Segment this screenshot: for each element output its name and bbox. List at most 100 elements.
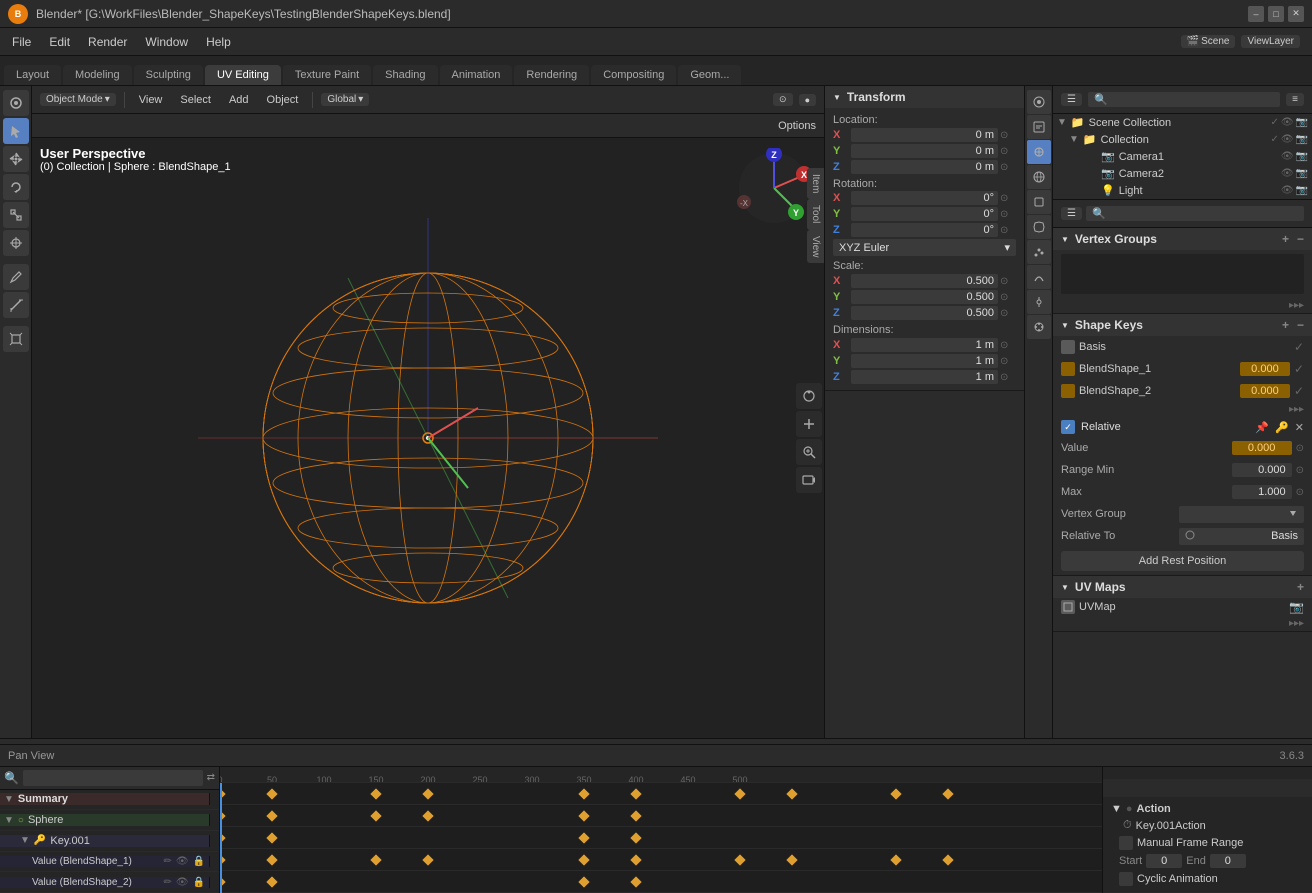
- scene-collection-eye-btn[interactable]: 👁: [1281, 117, 1294, 128]
- options-label[interactable]: Options: [778, 120, 816, 132]
- prop-particles-btn[interactable]: [1027, 240, 1051, 264]
- action-start-input[interactable]: [1146, 854, 1182, 868]
- rotation-x-input[interactable]: [851, 191, 998, 205]
- maximize-button[interactable]: □: [1268, 6, 1284, 22]
- rotation-y-input[interactable]: [851, 207, 998, 221]
- kf-summary-550[interactable]: [786, 788, 797, 799]
- dim-y-copy[interactable]: ⊙: [1000, 356, 1016, 367]
- sk-blend1-eye[interactable]: ✓: [1294, 362, 1304, 376]
- camera1-eye-btn[interactable]: 👁: [1281, 151, 1294, 162]
- cursor-tool-btn[interactable]: [3, 118, 29, 144]
- close-button[interactable]: ✕: [1288, 6, 1304, 22]
- camera2-cam-btn[interactable]: 📷: [1296, 168, 1308, 179]
- prop-physics-btn[interactable]: [1027, 265, 1051, 289]
- scale-tool-btn[interactable]: [3, 202, 29, 228]
- viewport-shading-btn[interactable]: ●: [799, 94, 816, 106]
- viewport-add-menu[interactable]: Add: [223, 92, 255, 108]
- viewport-select-menu[interactable]: Select: [174, 92, 217, 108]
- move-tool-btn[interactable]: [3, 146, 29, 172]
- props-filter-btn[interactable]: ☰: [1061, 207, 1082, 220]
- timeline-filter-btn[interactable]: ⇄: [207, 772, 215, 783]
- navigation-gizmo[interactable]: X Y Z -X: [734, 148, 814, 228]
- dim-z-input[interactable]: [851, 370, 998, 384]
- camera2-eye-btn[interactable]: 👁: [1281, 168, 1294, 179]
- loc-x-copy[interactable]: ⊙: [1000, 130, 1016, 141]
- kf-sphere-150[interactable]: [370, 810, 381, 821]
- add-cube-btn[interactable]: [3, 326, 29, 352]
- transform-tool-btn[interactable]: [3, 230, 29, 256]
- relative-driver-btn[interactable]: 🔑: [1275, 421, 1289, 434]
- ws-texture-paint[interactable]: Texture Paint: [283, 65, 371, 85]
- vertex-group-dropdown[interactable]: [1179, 506, 1305, 523]
- viewport-object-menu[interactable]: Object: [261, 92, 305, 108]
- prop-world-btn[interactable]: [1027, 165, 1051, 189]
- kf-summary-500[interactable]: [734, 788, 745, 799]
- measure-tool-btn[interactable]: [3, 292, 29, 318]
- dim-y-input[interactable]: [851, 354, 998, 368]
- sidebar-tab-item[interactable]: Item: [807, 168, 824, 199]
- uv-more-btn[interactable]: ▸▸▸: [1289, 618, 1304, 629]
- outliner-search[interactable]: 🔍: [1088, 92, 1280, 107]
- manual-range-checkbox[interactable]: [1119, 836, 1133, 850]
- kf-summary-650[interactable]: [890, 788, 901, 799]
- vg-more-btn[interactable]: ▸▸▸: [1289, 300, 1304, 311]
- scale-y-input[interactable]: [851, 290, 998, 304]
- kf-blend1-150[interactable]: [370, 854, 381, 865]
- sk-blend2-value[interactable]: 0.000: [1240, 384, 1290, 398]
- vertex-groups-header[interactable]: ▼ Vertex Groups + −: [1053, 228, 1312, 250]
- blend2-lock-btn[interactable]: 🔒: [193, 877, 205, 888]
- prop-output-btn[interactable]: [1027, 115, 1051, 139]
- prop-object-btn[interactable]: [1027, 190, 1051, 214]
- prop-render-btn[interactable]: [1027, 90, 1051, 114]
- relative-checkbox[interactable]: ✓: [1061, 420, 1075, 434]
- prop-scene-btn[interactable]: [1027, 140, 1051, 164]
- kf-blend1-500[interactable]: [734, 854, 745, 865]
- location-z-input[interactable]: [851, 160, 998, 174]
- relative-close-btn[interactable]: ✕: [1295, 421, 1304, 434]
- scale-z-copy[interactable]: ⊙: [1000, 308, 1016, 319]
- loc-z-copy[interactable]: ⊙: [1000, 162, 1016, 173]
- collection-vis-btn[interactable]: ✓: [1270, 134, 1278, 145]
- kf-blend2-400[interactable]: [630, 876, 641, 887]
- collection-eye-btn[interactable]: 👁: [1281, 134, 1294, 145]
- menu-window[interactable]: Window: [137, 33, 196, 51]
- kf-summary-150[interactable]: [370, 788, 381, 799]
- action-end-input[interactable]: [1210, 854, 1246, 868]
- light-eye-btn[interactable]: 👁: [1281, 185, 1294, 196]
- rot-x-copy[interactable]: ⊙: [1000, 193, 1016, 204]
- kf-blend1-400[interactable]: [630, 854, 641, 865]
- kf-blend2-350[interactable]: [578, 876, 589, 887]
- kf-key001-350[interactable]: [578, 832, 589, 843]
- sk-basis-row[interactable]: Basis ✓: [1053, 336, 1312, 358]
- value-animate-btn[interactable]: ⊙: [1296, 443, 1304, 454]
- select-tool-btn[interactable]: [3, 90, 29, 116]
- menu-render[interactable]: Render: [80, 33, 135, 51]
- rot-y-copy[interactable]: ⊙: [1000, 209, 1016, 220]
- blend1-edit-btn[interactable]: ✏: [163, 856, 171, 867]
- kf-sphere-350[interactable]: [578, 810, 589, 821]
- scene-selector[interactable]: 🎬 Scene: [1181, 35, 1236, 48]
- 3d-viewport[interactable]: User Perspective (0) Collection | Sphere…: [32, 138, 824, 738]
- menu-edit[interactable]: Edit: [41, 33, 78, 51]
- camera2-row[interactable]: 📷 Camera2 👁 📷: [1053, 165, 1312, 182]
- mode-selector[interactable]: Object Mode ▾: [40, 93, 116, 106]
- summary-expand[interactable]: ▼: [4, 794, 14, 805]
- props-search[interactable]: 🔍: [1086, 206, 1304, 221]
- vp-camera-btn[interactable]: [796, 467, 822, 493]
- sphere-expand[interactable]: ▼: [4, 815, 14, 826]
- uv-add-btn[interactable]: +: [1297, 580, 1304, 594]
- kf-key001-400[interactable]: [630, 832, 641, 843]
- kf-blend1-200[interactable]: [422, 854, 433, 865]
- rot-z-copy[interactable]: ⊙: [1000, 225, 1016, 236]
- scale-x-copy[interactable]: ⊙: [1000, 276, 1016, 287]
- light-cam-btn[interactable]: 📷: [1296, 185, 1308, 196]
- menu-help[interactable]: Help: [198, 33, 239, 51]
- rotate-tool-btn[interactable]: [3, 174, 29, 200]
- vp-zoom-btn[interactable]: [796, 439, 822, 465]
- kf-summary-350[interactable]: [578, 788, 589, 799]
- prop-objectdata-btn[interactable]: [1027, 315, 1051, 339]
- playhead[interactable]: [220, 783, 222, 893]
- kf-sphere-400[interactable]: [630, 810, 641, 821]
- kf-blend1-650[interactable]: [890, 854, 901, 865]
- uv-maps-header[interactable]: ▼ UV Maps +: [1053, 576, 1312, 598]
